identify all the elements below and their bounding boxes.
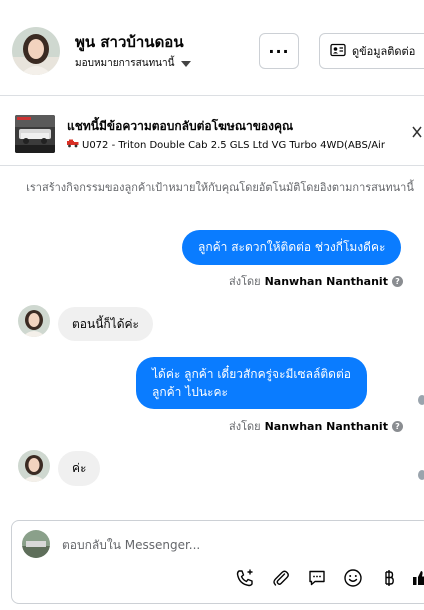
emoji-icon[interactable] — [342, 567, 364, 589]
ad-reply-banner[interactable]: แชทนี้มีข้อความตอบกลับต่อโฆษณาของคุณ U07… — [0, 96, 424, 166]
view-contact-label: ดูข้อมูลติดต่อ — [352, 45, 416, 58]
incoming-message[interactable]: ค่ะ — [58, 451, 101, 486]
message-text-line-2: ลูกค้า ไปนะคะ — [152, 385, 228, 399]
ad-context-thumbnail — [22, 530, 50, 558]
read-receipt-avatar — [418, 395, 424, 405]
sent-by-line: ส่งโดย Nanwhan Nanthanit ? — [229, 417, 403, 435]
outgoing-message[interactable]: ลูกค้า สะดวกให้ติดต่อ ช่วงกี่โมงดีคะ — [182, 230, 402, 265]
more-options-button[interactable]: ··· — [259, 33, 299, 69]
thumbs-up-icon[interactable] — [410, 567, 424, 589]
info-icon[interactable]: ? — [391, 275, 403, 287]
ellipsis-icon: ··· — [268, 41, 290, 61]
contact-avatar-small[interactable] — [18, 305, 50, 337]
message-text-line-1: ได้ค่ะ ลูกค้า เดี๋ยวสักครู่จะมีเซลล์ติดต… — [152, 367, 351, 381]
phone-plus-icon[interactable] — [234, 567, 256, 589]
message-text: ค่ะ — [72, 461, 87, 475]
assign-conversation-dropdown[interactable]: มอบหมายการสนทนานี้ — [75, 56, 192, 71]
caret-down-icon — [181, 60, 192, 67]
pickup-truck-icon — [67, 139, 79, 151]
ad-product-name: U072 - Triton Double Cab 2.5 GLS Ltd VG … — [82, 139, 385, 151]
view-contact-button[interactable]: ดูข้อมูลติดต่อ — [319, 33, 424, 69]
ad-thumbnail — [15, 115, 55, 153]
contact-avatar[interactable] — [12, 27, 60, 75]
ad-banner-subtitle: U072 - Triton Double Cab 2.5 GLS Ltd VG … — [67, 139, 385, 151]
outgoing-message[interactable]: ได้ค่ะ ลูกค้า เดี๋ยวสักครู่จะมีเซลล์ติดต… — [136, 357, 367, 409]
incoming-message[interactable]: ตอนนี้ก็ได้ค่ะ — [58, 307, 153, 341]
message-composer — [11, 520, 424, 604]
paperclip-icon[interactable] — [270, 567, 292, 589]
conversation-header: พูน สาวบ้านดอน มอบหมายการสนทนานี้ ··· ดู… — [0, 0, 424, 96]
contact-card-icon — [330, 43, 346, 60]
chat-bubble-icon[interactable] — [306, 567, 328, 589]
sent-by-prefix: ส่งโดย — [229, 275, 261, 288]
info-icon[interactable]: ? — [391, 420, 403, 432]
ad-banner-title: แชทนี้มีข้อความตอบกลับต่อโฆษณาของคุณ — [67, 119, 294, 133]
sender-name: Nanwhan Nanthanit — [264, 274, 388, 288]
reply-input[interactable] — [62, 534, 362, 556]
sent-by-line: ส่งโดย Nanwhan Nanthanit ? — [229, 272, 403, 290]
lead-activity-note: เราสร้างกิจกรรมของลูกค้าเป้าหมายให้กับคุ… — [26, 181, 414, 194]
message-text: ลูกค้า สะดวกให้ติดต่อ ช่วงกี่โมงดีคะ — [198, 240, 386, 254]
contact-avatar-small[interactable] — [18, 450, 50, 482]
sent-by-prefix: ส่งโดย — [229, 420, 261, 433]
baht-icon[interactable] — [378, 567, 400, 589]
contact-name: พูน สาวบ้านดอน — [75, 33, 184, 51]
read-receipt-avatar — [418, 470, 424, 480]
close-icon[interactable] — [412, 124, 422, 143]
assign-conversation-label: มอบหมายการสนทนานี้ — [75, 58, 175, 69]
message-text: ตอนนี้ก็ได้ค่ะ — [72, 316, 139, 331]
sender-name: Nanwhan Nanthanit — [264, 419, 388, 433]
